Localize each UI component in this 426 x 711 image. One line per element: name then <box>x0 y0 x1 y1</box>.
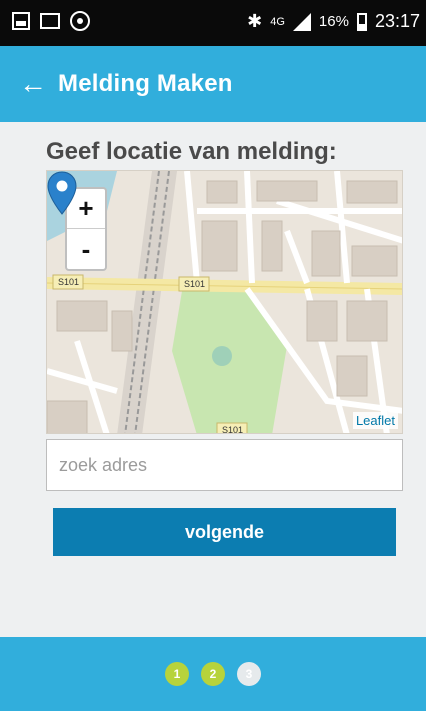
bluetooth-icon: ✱ <box>247 11 263 31</box>
map-view[interactable]: S101 S101 S101 + - Leaflet <box>46 170 403 434</box>
map-attribution[interactable]: Leaflet <box>352 412 398 429</box>
next-button[interactable]: volgende <box>53 508 396 556</box>
gallery-icon <box>12 12 30 30</box>
battery-percentage: 16% <box>318 13 349 30</box>
signal-icon <box>292 12 311 31</box>
step-2-dot: 2 <box>201 662 225 686</box>
road-label: S101 <box>184 279 205 289</box>
road-label: S101 <box>58 277 79 287</box>
location-pin-icon[interactable] <box>47 171 77 215</box>
arrow-left-icon: ← <box>19 68 47 99</box>
app-bar: ← Melding Maken <box>0 46 426 122</box>
back-button[interactable]: ← <box>8 46 58 122</box>
status-bar: ✱ 4G 16% 23:17 <box>0 0 426 46</box>
page-title: Melding Maken <box>58 70 233 97</box>
status-time: 23:17 <box>374 11 420 31</box>
address-search-input[interactable] <box>46 439 403 491</box>
step-indicator: 1 2 3 <box>0 637 426 711</box>
step-1-dot: 1 <box>165 662 189 686</box>
target-icon <box>70 11 90 31</box>
network-type: 4G <box>270 15 285 28</box>
road-label: S101 <box>222 425 243 434</box>
step-3-dot: 3 <box>237 662 261 686</box>
battery-icon <box>356 12 367 31</box>
mail-icon <box>40 13 60 29</box>
zoom-out-button[interactable]: - <box>67 229 105 269</box>
location-heading: Geef locatie van melding: <box>46 138 337 165</box>
